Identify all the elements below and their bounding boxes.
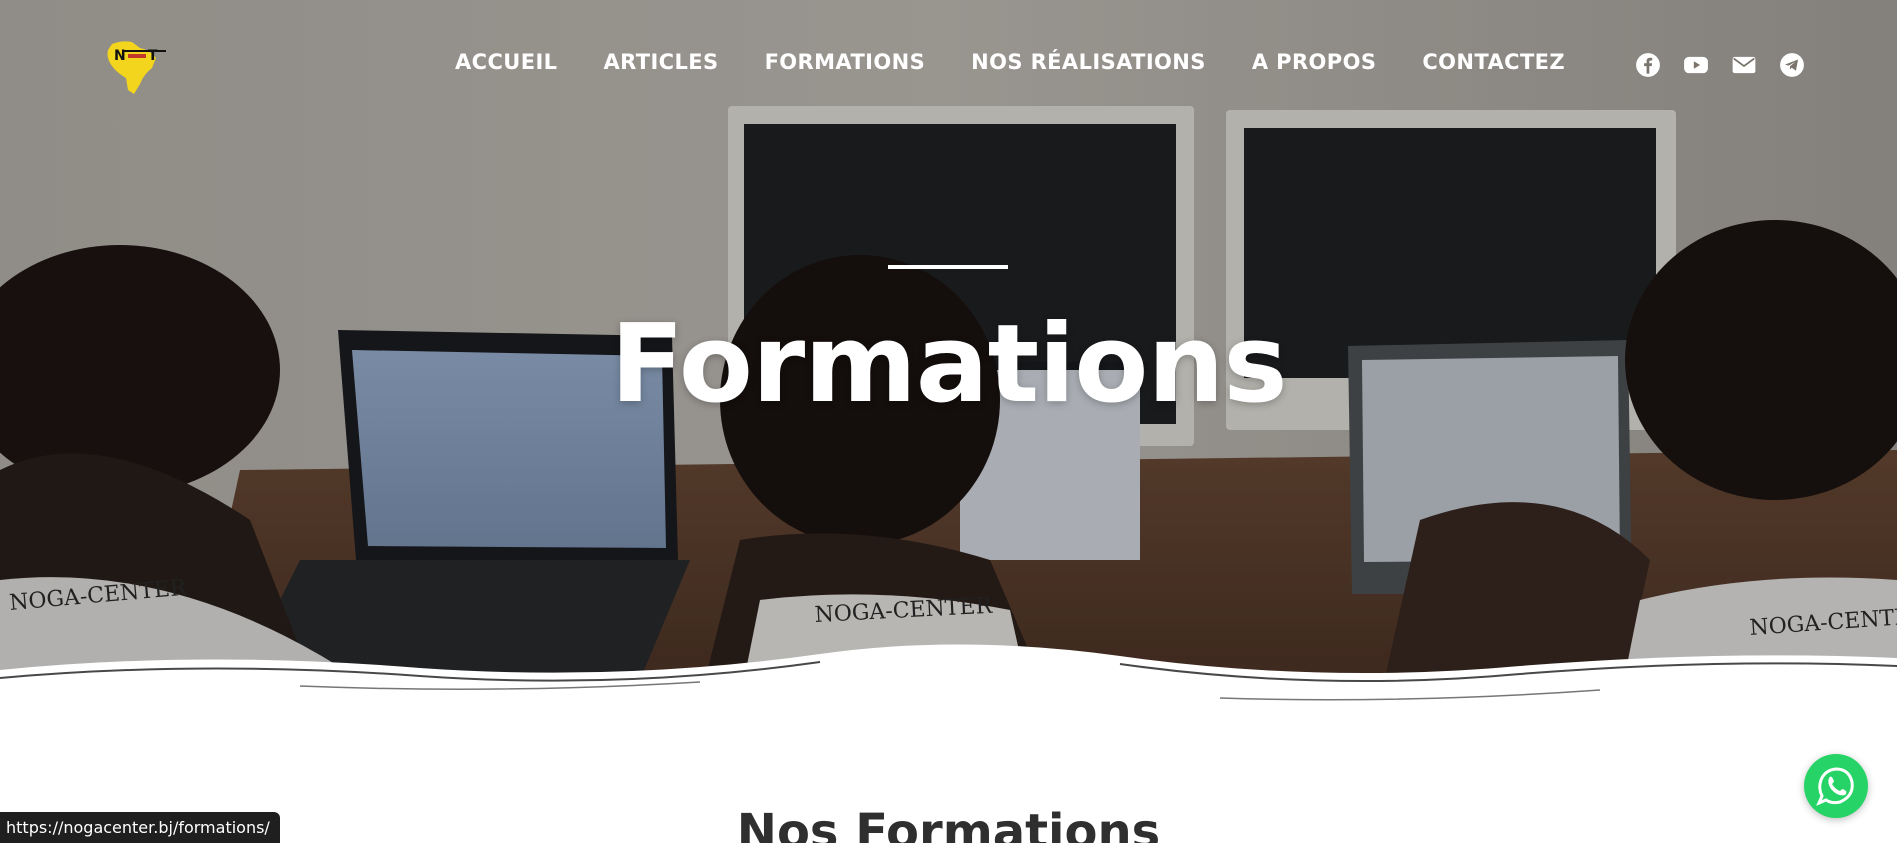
whatsapp-icon [1816, 767, 1854, 806]
facebook-icon[interactable] [1635, 52, 1661, 78]
nav-item-accueil[interactable]: ACCUEIL [455, 50, 557, 74]
main-nav: ACCUEIL ARTICLES FORMATIONS NOS RÉALISAT… [455, 50, 1565, 74]
nav-item-nos-realisations[interactable]: NOS RÉALISATIONS [971, 50, 1206, 74]
social-links [1635, 52, 1805, 78]
logo[interactable]: N T [100, 38, 172, 96]
nav-item-contactez[interactable]: CONTACTEZ [1422, 50, 1565, 74]
section-title: Nos Formations [736, 804, 1161, 843]
whatsapp-button[interactable] [1804, 754, 1868, 818]
hero-divider [888, 265, 1008, 269]
youtube-icon[interactable] [1683, 52, 1709, 78]
page: NOGA-CENTER NOGA-CENTER NOGA-CENTER N T … [0, 0, 1897, 843]
nav-item-a-propos[interactable]: A PROPOS [1252, 50, 1377, 74]
page-title: Formations [610, 302, 1287, 427]
envelope-icon[interactable] [1731, 52, 1757, 78]
nav-item-articles[interactable]: ARTICLES [603, 50, 718, 74]
telegram-icon[interactable] [1779, 52, 1805, 78]
wave-divider [0, 644, 1897, 710]
status-bar-url: https://nogacenter.bj/formations/ [0, 812, 280, 843]
svg-text:N: N [114, 48, 126, 64]
nav-item-formations[interactable]: FORMATIONS [765, 50, 926, 74]
